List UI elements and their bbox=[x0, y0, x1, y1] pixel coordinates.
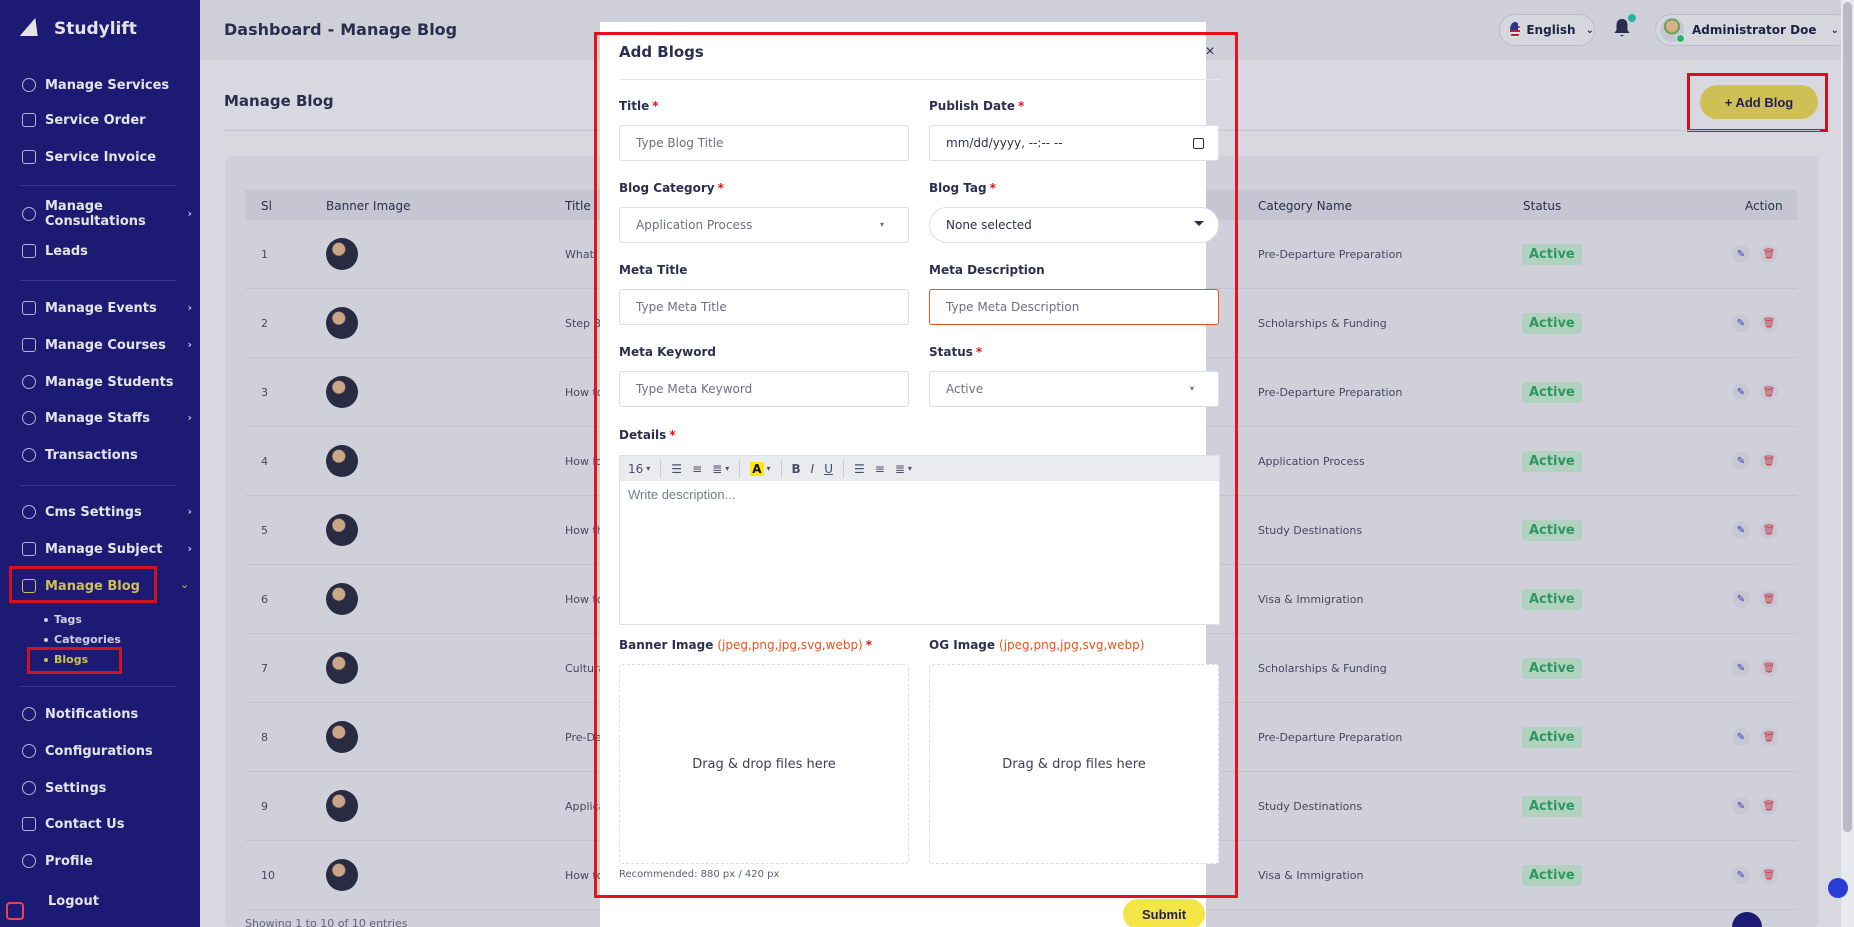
chevron-down-icon: ▾ bbox=[879, 220, 884, 229]
recommended-size-note: Recommended: 880 px / 420 px bbox=[619, 869, 780, 880]
bold-icon[interactable]: B bbox=[792, 459, 801, 479]
banner-image-dropzone[interactable]: Drag & drop files here bbox=[619, 664, 909, 864]
toolbar-separator bbox=[660, 459, 662, 478]
meta-keyword-input[interactable] bbox=[619, 371, 909, 407]
numbered-list-icon[interactable]: ≡ bbox=[875, 459, 885, 479]
calendar-icon[interactable] bbox=[1193, 138, 1204, 149]
meta-description-label: Meta Description bbox=[929, 263, 1045, 277]
meta-title-label: Meta Title bbox=[619, 263, 688, 277]
blog-category-label: Blog Category * bbox=[619, 181, 724, 195]
highlight-color-icon[interactable]: A ▾ bbox=[750, 459, 771, 479]
title-label: Title * bbox=[619, 99, 659, 113]
caret-down-icon: ▾ bbox=[646, 464, 651, 473]
numbered-list-icon[interactable]: ≡ bbox=[692, 459, 702, 479]
close-icon[interactable]: × bbox=[1200, 42, 1220, 62]
details-editor[interactable] bbox=[619, 481, 1220, 625]
toolbar-separator bbox=[780, 459, 782, 478]
meta-description-input[interactable] bbox=[929, 289, 1219, 325]
blog-title-input[interactable] bbox=[619, 125, 909, 161]
italic-icon[interactable]: I bbox=[811, 459, 815, 479]
banner-image-label: Banner Image (jpeg,png,jpg,svg,webp) * bbox=[619, 638, 873, 652]
align-dropdown-icon[interactable]: ≣ ▾ bbox=[712, 459, 729, 479]
blog-category-select[interactable]: Application Process ▾ bbox=[619, 207, 909, 243]
og-image-dropzone[interactable]: Drag & drop files here bbox=[929, 664, 1219, 864]
modal-title: Add Blogs bbox=[619, 43, 704, 61]
blog-tag-multiselect[interactable]: None selected bbox=[929, 207, 1219, 243]
bullet-list-icon[interactable]: ☰ bbox=[854, 459, 865, 479]
status-select[interactable]: Active ▾ bbox=[929, 371, 1219, 407]
editor-toolbar: 16 ▾ ☰ ≡ ≣ ▾ A ▾ B I U ☰ ≡ ≣ ▾ bbox=[619, 455, 1220, 481]
toolbar-separator bbox=[843, 459, 845, 478]
publish-date-input[interactable]: mm/dd/yyyy, --:-- -- bbox=[929, 125, 1219, 161]
chevron-down-icon: ▾ bbox=[1189, 384, 1194, 393]
og-image-label: OG Image (jpeg,png,jpg,svg,webp) bbox=[929, 638, 1145, 652]
assistant-icon[interactable] bbox=[1828, 878, 1848, 898]
align-dropdown-icon[interactable]: ≣ ▾ bbox=[895, 459, 912, 479]
status-label: Status * bbox=[929, 345, 983, 359]
meta-keyword-label: Meta Keyword bbox=[619, 345, 716, 359]
scrollbar-thumb[interactable] bbox=[1843, 2, 1852, 832]
blog-tag-label: Blog Tag * bbox=[929, 181, 996, 195]
caret-down-icon bbox=[1194, 221, 1204, 226]
modal-divider bbox=[619, 79, 1220, 80]
editor-placeholder: Write description... bbox=[628, 487, 736, 502]
publish-date-label: Publish Date * bbox=[929, 99, 1025, 113]
details-label: Details * bbox=[619, 428, 676, 442]
submit-button[interactable]: Submit bbox=[1123, 899, 1205, 927]
underline-icon[interactable]: U bbox=[824, 459, 833, 479]
font-size-dropdown[interactable]: 16 ▾ bbox=[628, 459, 650, 479]
meta-title-input[interactable] bbox=[619, 289, 909, 325]
toolbar-separator bbox=[739, 459, 741, 478]
bullet-list-icon[interactable]: ☰ bbox=[671, 459, 682, 479]
